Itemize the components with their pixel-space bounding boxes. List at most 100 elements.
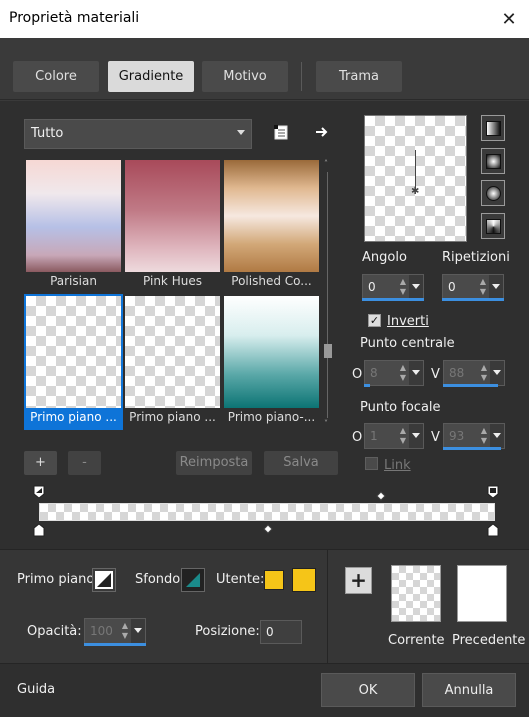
current-preview[interactable] [391, 565, 441, 622]
position-label: Posizione: [195, 624, 260, 639]
materials-bottom-panel: Primo piano: Sfondo: Utente: Opacità: 10… [0, 549, 529, 664]
focal-point-label: Punto focale [360, 400, 441, 415]
user-color-swatch-2[interactable] [292, 568, 316, 592]
link-checkbox[interactable] [365, 457, 378, 470]
add-gradient-button[interactable]: + [24, 451, 57, 475]
midpoint-diamond-top[interactable] [376, 490, 386, 501]
linear-style-button[interactable] [481, 115, 505, 141]
previous-preview[interactable] [457, 565, 507, 622]
gradient-preview [26, 296, 121, 408]
gradient-preview-large[interactable]: ✱ [364, 115, 467, 242]
gradient-editor[interactable] [33, 485, 501, 541]
gradient-library-icon[interactable] [272, 123, 290, 141]
center-v-slider[interactable] [443, 384, 498, 387]
repeats-label: Ripetizioni [442, 250, 510, 265]
center-v-spinbox[interactable]: 88 ▲ ▼ [443, 360, 505, 386]
center-o-spinbox[interactable]: 8 ▲ ▼ [364, 360, 424, 386]
dropdown-arrow-icon[interactable] [489, 275, 503, 299]
gradient-label: Primo piano ... [30, 410, 117, 424]
invert-label: Inverti [387, 314, 429, 329]
reset-button[interactable]: Reimposta [176, 451, 252, 475]
focal-v-value: 93 [449, 429, 465, 443]
repeats-spinbox[interactable]: 0 ▲ ▼ [442, 274, 504, 300]
user-color-swatch-1[interactable] [264, 570, 284, 590]
dropdown-arrow-icon[interactable] [409, 424, 423, 448]
spin-arrows-icon[interactable]: ▲ ▼ [477, 277, 489, 297]
focal-v-slider[interactable] [443, 447, 501, 450]
invert-checkbox[interactable]: ✓ [368, 314, 381, 327]
arrow-right-icon[interactable] [313, 123, 331, 141]
tab-motivo[interactable]: Motivo [202, 61, 288, 92]
gradient-thumb-foreground-2[interactable]: Primo piano ... [125, 296, 220, 424]
center-point-label: Punto centrale [360, 336, 455, 351]
tab-gradiente[interactable]: Gradiente [108, 61, 194, 92]
focal-v-spinbox[interactable]: 93 ▲ ▼ [443, 423, 505, 449]
add-to-swatches-button[interactable]: + [345, 567, 372, 594]
angle-slider[interactable] [362, 298, 424, 301]
opacity-stop-bottom-right[interactable] [487, 523, 499, 537]
scroll-thumb[interactable] [324, 344, 332, 358]
color-stop-top-left[interactable] [33, 485, 45, 499]
color-stop-top-right[interactable] [487, 485, 499, 499]
spin-arrows-icon[interactable]: ▲ ▼ [397, 426, 409, 446]
focal-v-label: V [431, 430, 440, 445]
radial-style-button[interactable] [481, 180, 505, 206]
spin-arrows-icon[interactable]: ▲ ▼ [397, 363, 409, 383]
title-bar: Proprietà materiali ✕ [0, 0, 529, 38]
spin-arrows-icon[interactable]: ▲ ▼ [397, 277, 409, 297]
help-link[interactable]: Guida [17, 682, 55, 697]
opacity-stop-bottom-left[interactable] [33, 523, 45, 537]
gradient-thumb-parisian[interactable]: Parisian [26, 160, 121, 288]
tab-colore[interactable]: Colore [13, 61, 99, 92]
focal-o-label: O [352, 430, 363, 445]
angle-spinbox[interactable]: 0 ▲ ▼ [362, 274, 424, 300]
focal-o-spinbox[interactable]: 1 ▲ ▼ [364, 423, 424, 449]
save-button[interactable]: Salva [264, 451, 338, 475]
opacity-slider[interactable] [84, 643, 146, 646]
sunburst-style-button[interactable] [481, 213, 505, 239]
midpoint-diamond-bottom[interactable] [263, 523, 273, 534]
gradient-bar[interactable] [39, 503, 495, 521]
dropdown-arrow-icon[interactable] [490, 361, 504, 385]
tab-divider [301, 62, 302, 91]
spin-arrows-icon[interactable]: ▲ ▼ [478, 363, 490, 383]
opacity-spinbox[interactable]: 100 ▲ ▼ [84, 618, 146, 644]
foreground-label: Primo piano: [17, 572, 99, 587]
category-dropdown[interactable]: Tutto [24, 119, 252, 149]
dropdown-arrow-icon[interactable] [490, 424, 504, 448]
gradient-thumb-foreground-1[interactable]: Primo piano ... [26, 296, 121, 424]
dropdown-arrow-icon[interactable] [131, 619, 145, 643]
remove-gradient-button[interactable]: - [68, 451, 101, 475]
gradient-label: Polished Co... [231, 274, 312, 288]
foreground-swatch[interactable] [92, 568, 116, 592]
gradient-list-scrollbar[interactable]: ˄ ˅ [322, 160, 334, 430]
link-label: Link [384, 458, 411, 473]
tab-trama[interactable]: Trama [316, 61, 402, 92]
rectangular-style-button[interactable] [481, 148, 505, 174]
background-swatch[interactable] [181, 568, 205, 592]
current-label: Corrente [388, 633, 445, 648]
opacity-label: Opacità: [27, 624, 82, 639]
cancel-button[interactable]: Annulla [422, 673, 516, 707]
gradient-panel: Tutto Parisian Pink Hues Polished Co... … [0, 101, 529, 549]
category-value: Tutto [31, 126, 64, 141]
center-o-slider[interactable] [364, 384, 370, 387]
spin-arrows-icon[interactable]: ▲ ▼ [478, 426, 490, 446]
repeats-slider[interactable] [442, 298, 504, 301]
spin-arrows-icon[interactable]: ▲ ▼ [119, 621, 131, 641]
focal-o-value: 1 [370, 429, 378, 443]
center-crosshair-icon[interactable]: ✱ [411, 186, 419, 197]
position-input[interactable]: 0 [260, 620, 302, 644]
gradient-label: Parisian [50, 274, 97, 288]
dropdown-arrow-icon[interactable] [409, 275, 423, 299]
gradient-thumb-pink-hues[interactable]: Pink Hues [125, 160, 220, 288]
gradient-thumb-polished-copper[interactable]: Polished Co... [224, 160, 319, 288]
background-label: Sfondo: [135, 572, 185, 587]
dropdown-arrow-icon[interactable] [409, 361, 423, 385]
scroll-down-icon[interactable]: ˅ [324, 420, 332, 428]
gradient-thumb-foreground-3[interactable]: Primo piano-... [224, 296, 319, 424]
ok-button[interactable]: OK [321, 673, 415, 707]
close-icon[interactable]: ✕ [489, 0, 529, 38]
scroll-up-icon[interactable]: ˄ [324, 160, 332, 168]
opacity-value: 100 [90, 624, 113, 638]
